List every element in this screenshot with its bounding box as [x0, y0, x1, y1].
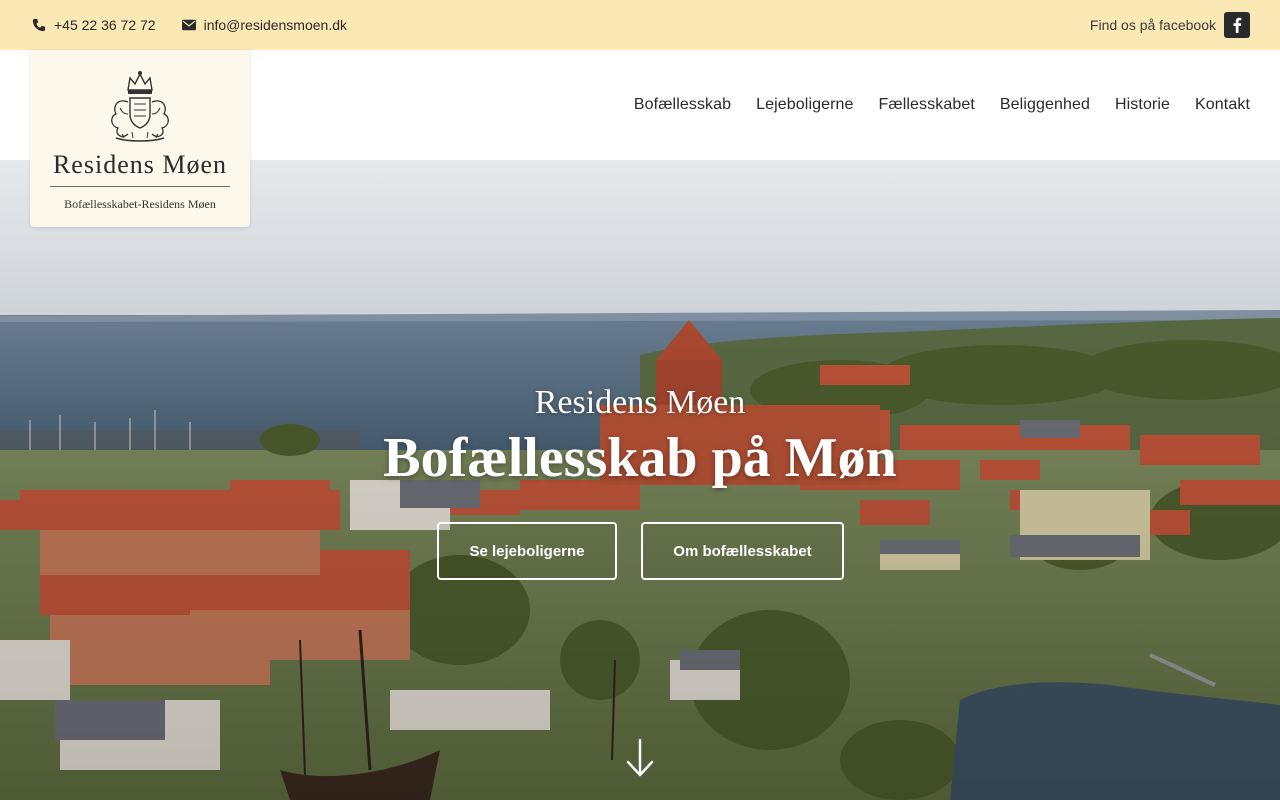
email-contact[interactable]: info@residensmoen.dk [181, 17, 347, 33]
nav-item-lejeboligerne[interactable]: Lejeboligerne [756, 96, 853, 114]
see-rentals-button[interactable]: Se lejeboligerne [437, 522, 617, 580]
email-address[interactable]: info@residensmoen.dk [204, 17, 347, 33]
facebook-link-text[interactable]: Find os på facebook [1090, 17, 1216, 33]
hero-section: Residens Møen Bofællesskab på Møn Se lej… [0, 160, 1280, 800]
top-contact-bar: +45 22 36 72 72 info@residensmoen.dk Fin… [0, 0, 1280, 50]
phone-number[interactable]: +45 22 36 72 72 [54, 17, 156, 33]
nav-item-historie[interactable]: Historie [1115, 96, 1170, 114]
nav-item-faellesskabet[interactable]: Fællesskabet [879, 96, 975, 114]
about-community-label: Om bofællesskabet [673, 542, 812, 560]
hero-kicker: Residens Møen [534, 384, 746, 421]
phone-contact[interactable]: +45 22 36 72 72 [32, 17, 156, 33]
envelope-icon [181, 19, 196, 31]
main-navigation: Bofællesskab Lejeboligerne Fællesskabet … [609, 50, 1250, 160]
crest-icon [111, 71, 169, 142]
hero-title: Bofællesskab på Møn [383, 427, 897, 489]
see-rentals-label: Se lejeboligerne [469, 542, 585, 560]
site-logo[interactable]: Residens Møen Bofællesskabet-Residens Mø… [30, 50, 250, 227]
nav-item-beliggenhed[interactable]: Beliggenhed [1000, 96, 1090, 114]
logo-divider [50, 186, 230, 187]
nav-item-kontakt[interactable]: Kontakt [1195, 96, 1250, 114]
about-community-button[interactable]: Om bofællesskabet [641, 522, 844, 580]
nav-item-bofaellesskab[interactable]: Bofællesskab [634, 96, 731, 114]
logo-subtitle: Bofællesskabet-Residens Møen [64, 197, 216, 211]
facebook-button[interactable] [1224, 12, 1250, 38]
phone-icon [32, 18, 46, 32]
arrow-down-icon[interactable] [624, 738, 656, 778]
facebook-icon [1233, 17, 1242, 33]
logo-name: Residens Møen [52, 150, 228, 179]
